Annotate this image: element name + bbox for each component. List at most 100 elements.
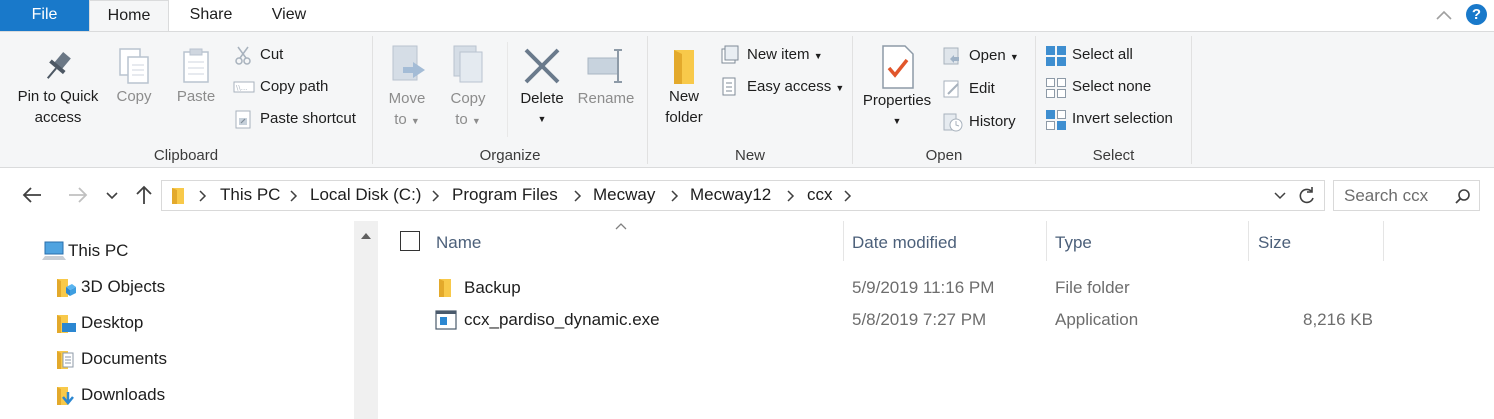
pin-icon	[46, 52, 71, 79]
copy-to-icon	[453, 45, 483, 83]
navigation-pane-scrollbar[interactable]	[354, 221, 378, 419]
help-icon[interactable]: ?	[1466, 4, 1487, 25]
rename-button[interactable]: Rename	[574, 44, 638, 109]
column-divider[interactable]	[1046, 221, 1047, 261]
tab-share[interactable]: Share	[172, 0, 250, 31]
breadcrumb-mecway[interactable]: Mecway	[593, 185, 655, 205]
properties-button[interactable]: Properties ▼	[858, 44, 936, 132]
chevron-right-icon[interactable]	[573, 190, 583, 202]
file-name[interactable]: Backup	[464, 272, 521, 304]
recent-locations-chevron-icon[interactable]	[102, 183, 122, 207]
new-item-text: New item	[747, 46, 810, 63]
dropdown-arrow-icon: ▼	[410, 116, 420, 126]
tab-file[interactable]: File	[0, 0, 89, 31]
pin-label-2: access	[34, 109, 82, 126]
easy-access-text: Easy access	[747, 78, 832, 95]
new-folder-button[interactable]: New folder	[657, 46, 711, 128]
chevron-right-icon[interactable]	[843, 190, 853, 202]
delete-button[interactable]: Delete ▼	[516, 44, 568, 130]
select-all-checkbox[interactable]	[400, 231, 420, 251]
back-arrow-icon[interactable]	[20, 183, 44, 207]
column-header-size[interactable]: Size	[1258, 229, 1291, 259]
column-divider[interactable]	[1248, 221, 1249, 261]
chevron-right-icon[interactable]	[289, 190, 299, 202]
move-to-icon	[392, 45, 425, 81]
copy-button[interactable]: Copy	[110, 46, 158, 107]
3d-objects-folder-icon	[57, 279, 76, 297]
select-all-label: Select all	[1072, 46, 1133, 63]
cut-label: Cut	[260, 46, 284, 63]
search-input[interactable]: Search ccx	[1344, 186, 1428, 206]
rename-icon	[587, 49, 622, 83]
copy-to-button[interactable]: Copy to ▼	[444, 44, 492, 132]
breadcrumb-ccx[interactable]: ccx	[807, 185, 833, 205]
group-separator	[852, 36, 853, 164]
refresh-icon[interactable]	[1297, 186, 1317, 206]
move-to-button[interactable]: Move to ▼	[383, 44, 431, 132]
group-separator	[372, 36, 373, 164]
file-size: 8,216 KB	[1303, 310, 1373, 329]
breadcrumb-local-disk[interactable]: Local Disk (C:)	[310, 185, 421, 205]
new-folder-label-1: New	[668, 88, 699, 105]
folder-icon	[674, 50, 694, 84]
new-folder-label-2: folder	[665, 109, 703, 126]
column-header-date-modified[interactable]: Date modified	[852, 229, 957, 259]
column-header-type[interactable]: Type	[1055, 229, 1092, 259]
minimize-ribbon-icon[interactable]	[1434, 6, 1454, 26]
column-header-name[interactable]: Name	[436, 229, 481, 259]
chevron-right-icon[interactable]	[198, 190, 208, 202]
search-box[interactable]: Search ccx	[1333, 180, 1480, 211]
copy-label: Copy	[116, 88, 152, 105]
paste-shortcut-label: Paste shortcut	[260, 110, 356, 127]
ribbon-home: Pin to Quick access Copy Paste Cut \\...…	[0, 31, 1494, 168]
file-name[interactable]: ccx_pardiso_dynamic.exe	[464, 304, 660, 336]
group-separator	[1191, 36, 1192, 164]
scroll-up-arrow-icon[interactable]	[360, 231, 372, 241]
dropdown-arrow-icon: ▼	[1009, 52, 1019, 62]
file-row[interactable]: Backup 5/9/2019 11:16 PM File folder	[381, 272, 1381, 304]
file-list: Name Date modified Type Size Backup 5/9/…	[381, 221, 1494, 419]
paste-button[interactable]: Paste	[172, 46, 220, 107]
column-divider[interactable]	[843, 221, 844, 261]
group-label-organize: Organize	[479, 147, 541, 164]
chevron-right-icon[interactable]	[431, 190, 441, 202]
group-label-open: Open	[925, 147, 963, 164]
desktop-folder-icon	[57, 315, 76, 333]
tree-item-label: Desktop	[81, 313, 144, 332]
new-item-label: New item ▼	[747, 42, 823, 69]
breadcrumb-this-pc[interactable]: This PC	[220, 185, 280, 205]
folder-icon	[172, 188, 184, 204]
select-none-icon	[1046, 78, 1066, 98]
chevron-right-icon[interactable]	[670, 190, 680, 202]
folder-icon	[439, 279, 451, 297]
divider	[507, 42, 508, 137]
tab-home[interactable]: Home	[89, 0, 169, 32]
history-icon	[943, 113, 963, 132]
address-bar[interactable]: This PC Local Disk (C:) Program Files Me…	[161, 180, 1325, 211]
file-row[interactable]: ccx_pardiso_dynamic.exe 5/8/2019 7:27 PM…	[381, 304, 1381, 336]
copy-to-label-2: to ▼	[444, 109, 492, 132]
move-to-label-2-text: to	[394, 111, 407, 128]
chevron-right-icon[interactable]	[786, 190, 796, 202]
application-icon	[435, 310, 457, 330]
file-date: 5/8/2019 7:27 PM	[852, 310, 987, 329]
easy-access-icon	[722, 77, 736, 96]
dropdown-arrow-icon: ▼	[835, 83, 845, 93]
forward-arrow-icon[interactable]	[66, 183, 90, 207]
tree-item-label: Downloads	[81, 385, 166, 404]
copy-icon	[119, 48, 149, 84]
copy-to-label-2-text: to	[455, 111, 468, 128]
search-icon[interactable]	[1454, 188, 1472, 206]
group-label-new: New	[734, 147, 765, 164]
pin-to-quick-access-button[interactable]: Pin to Quick access	[10, 46, 106, 128]
navigation-pane: This PC 3D Objects Desktop Documents Dow…	[0, 221, 378, 419]
breadcrumb-mecway12[interactable]: Mecway12	[690, 185, 771, 205]
address-history-chevron-icon[interactable]	[1273, 190, 1287, 202]
edit-icon	[943, 80, 959, 98]
edit-label: Edit	[969, 80, 995, 97]
up-arrow-icon[interactable]	[132, 183, 156, 207]
breadcrumb-program-files[interactable]: Program Files	[452, 185, 558, 205]
column-divider[interactable]	[1383, 221, 1384, 261]
copy-path-label: Copy path	[260, 78, 329, 95]
tab-view[interactable]: View	[250, 0, 328, 31]
